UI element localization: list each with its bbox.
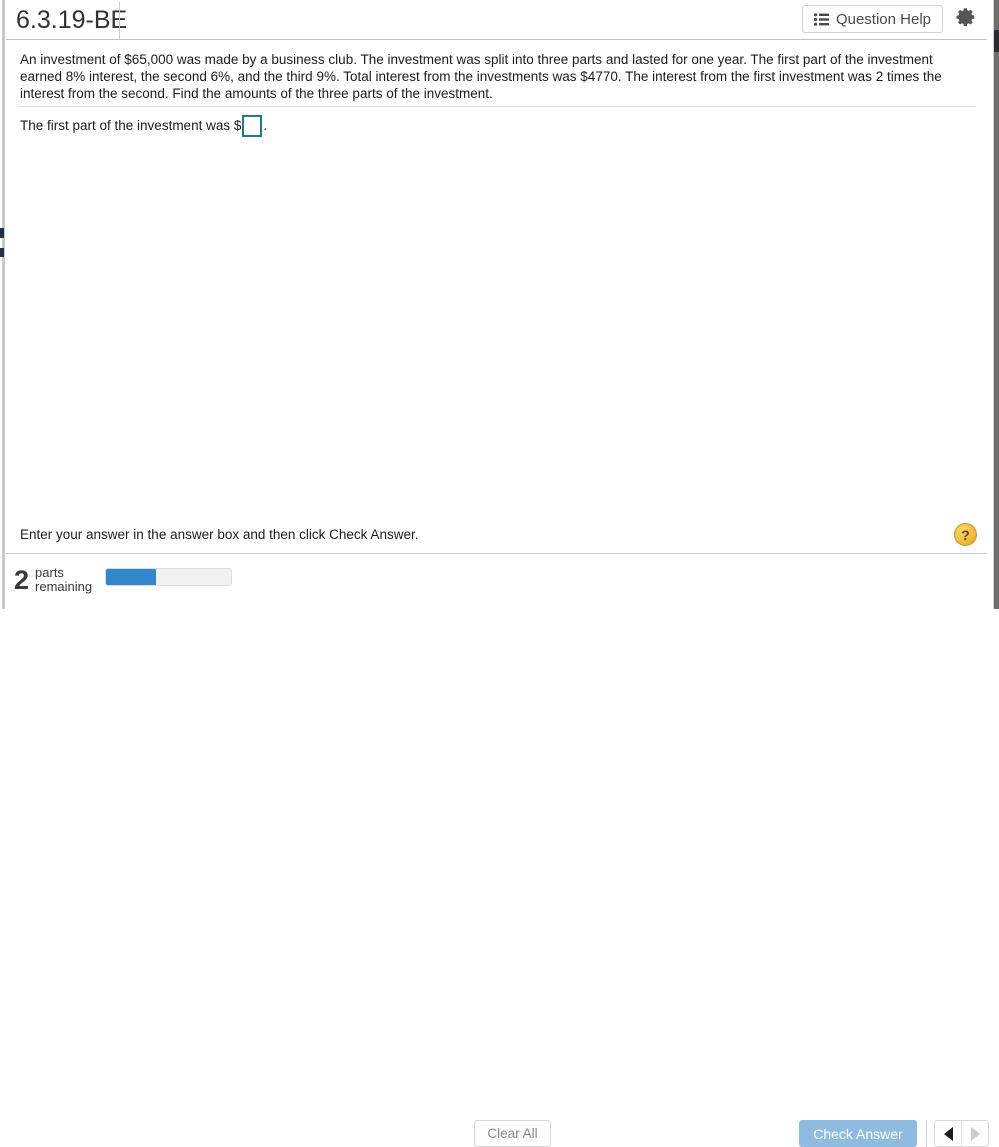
settings-button[interactable] [951, 4, 981, 34]
header-actions: Question Help [801, 4, 981, 34]
left-edge-artifact-top [0, 228, 4, 238]
scrollbar-thumb-highlight [994, 30, 999, 52]
question-help-button[interactable]: Question Help [801, 5, 943, 33]
left-edge-artifact-bottom [0, 248, 4, 257]
problem-statement: An investment of $65,000 was made by a b… [20, 52, 942, 101]
progress-bar-track [105, 568, 232, 586]
header-bar: 6.3.19-BE Question Help [6, 0, 987, 40]
chevron-right-icon [970, 1126, 980, 1141]
parts-remaining-group: 2 parts remaining [14, 565, 97, 595]
header-divider [119, 2, 120, 39]
clear-all-button[interactable]: Clear All [474, 1120, 551, 1147]
hint-text: Enter your answer in the answer box and … [20, 527, 419, 542]
question-player-window: 6.3.19-BE Question Help An investment of… [0, 0, 999, 1147]
parts-remaining-label: parts remaining [35, 565, 93, 594]
chevron-left-icon [943, 1126, 953, 1141]
next-part-button[interactable] [961, 1121, 988, 1146]
scrollbar-thumb[interactable] [994, 0, 999, 609]
question-help-label: Question Help [835, 10, 931, 28]
check-answer-button[interactable]: Check Answer [799, 1120, 917, 1147]
left-edge-rail-inner [0, 0, 2, 609]
bulleted-list-icon [813, 12, 829, 26]
help-question-mark-icon[interactable]: ? [954, 523, 977, 546]
previous-part-button[interactable] [935, 1121, 961, 1146]
gear-icon [955, 6, 977, 33]
nav-divider [926, 1120, 927, 1147]
exercise-id-title: 6.3.19-BE [16, 6, 128, 34]
problem-content-area: An investment of $65,000 was made by a b… [6, 40, 987, 517]
parts-remaining-count: 2 [14, 565, 30, 595]
vertical-scrollbar[interactable] [993, 0, 999, 609]
answer-input[interactable] [242, 115, 263, 137]
hint-row: Enter your answer in the answer box and … [6, 517, 987, 553]
answer-prompt-prefix: The first part of the investment was $ [20, 118, 242, 133]
problem-divider [18, 106, 976, 107]
answer-prompt-suffix: . [263, 118, 268, 133]
answer-prompt-row: The first part of the investment was $ . [20, 115, 267, 137]
progress-bar-fill [106, 569, 156, 585]
navigation-buttons [934, 1120, 989, 1147]
